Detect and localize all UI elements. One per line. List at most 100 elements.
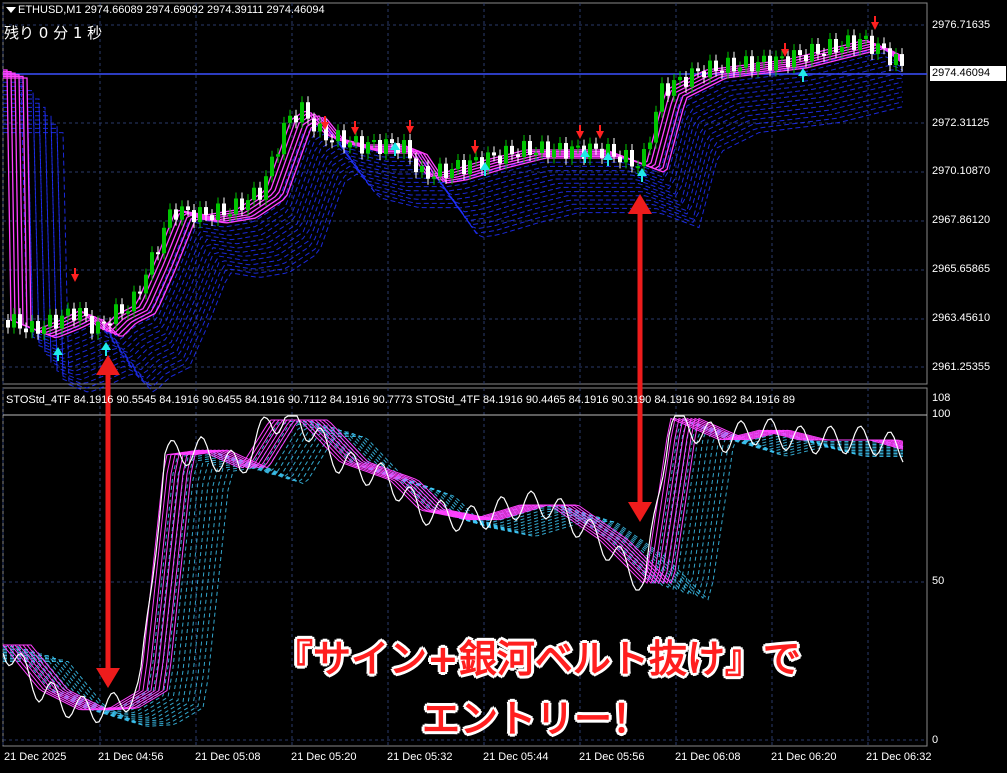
candle-body [462,160,466,175]
symbol-ohlc: ETHUSD,M1 2974.66089 2974.69092 2974.391… [18,4,325,16]
menu-triangle-icon[interactable] [6,7,16,13]
candle-body [792,50,796,68]
candle-body [750,56,754,72]
candle-body [240,198,244,211]
countdown-timer: 残り 0 分 1 秒 [4,24,103,42]
candle-body [858,39,862,50]
candle-body [354,136,358,143]
candle-body [138,291,142,294]
ribbon-line [3,39,904,331]
candle-body [144,274,148,294]
candle-body [894,54,898,66]
candle-body [198,207,202,223]
ribbon-line [3,43,904,334]
candle-body [102,321,106,324]
ribbon-line [3,47,904,339]
price-label: 2963.45610 [932,312,991,324]
candle-body [288,115,292,123]
candle-body [474,157,478,161]
candle-body [528,141,532,155]
belt-line [3,52,904,342]
candle-body [738,67,742,72]
candle-body [300,102,304,123]
candle-body [54,314,58,329]
candle-body [228,214,232,217]
price-label: 2965.65865 [932,263,991,275]
price-label: 2970.10870 [932,165,991,177]
price-label: 2972.31125 [932,117,990,129]
candle-body [744,56,748,68]
candle-body [774,56,778,71]
candle-body [576,145,580,148]
candle-body [48,314,52,327]
candle-body [132,291,136,312]
candle-body [810,43,814,62]
candle-body [864,35,868,40]
candle-body [78,308,82,321]
candle-body [786,56,790,68]
candle-body [468,160,472,175]
candle-body [522,141,526,157]
belt-line [3,81,904,372]
candle-body [402,140,406,154]
candle-body [516,154,520,157]
candle-body [714,60,718,71]
time-label: 21 Dec 05:08 [195,751,261,763]
candle-body [720,70,724,73]
candle-body [654,111,658,143]
candle-body [660,83,664,112]
time-label: 21 Dec 05:20 [291,751,357,763]
candle-body [18,314,22,329]
belt-line [3,96,904,384]
time-label: 21 Dec 06:32 [866,751,932,763]
price-label: 2961.25355 [932,361,991,373]
candle-body [798,50,802,56]
candle-body [618,156,622,163]
candle-body [648,142,652,150]
osc-scale-label: 0 [932,734,939,746]
candle-body [252,187,256,201]
candle-body [150,252,154,275]
candle-body [540,141,544,154]
osc-scale-label: 100 [932,408,951,420]
candle-body [882,43,886,49]
candle-body [90,316,94,334]
candle-body [336,130,340,142]
candle-body [570,146,574,159]
candle-body [552,149,556,158]
candle-body [180,206,184,220]
candle-body [696,68,700,72]
time-label: 21 Dec 05:44 [483,751,549,763]
candle-body [822,53,826,56]
candle-body [612,143,616,157]
belt-line [3,86,904,376]
candle-body [804,55,808,62]
belt-line [3,91,904,381]
candle-body [366,142,370,154]
candle-body [672,80,676,96]
candle-body [276,154,280,157]
candle-body [840,46,844,53]
sell-signal-icon [406,120,414,134]
osc-scale-label: 50 [932,575,945,587]
candle-body [36,321,40,334]
candle-body [72,308,76,321]
candle-body [282,122,286,155]
candle-body [558,143,562,150]
candle-body [126,311,130,314]
candle-body [216,203,220,221]
time-label: 21 Dec 04:56 [98,751,164,763]
candle-body [828,39,832,55]
sell-signal-icon [576,125,584,139]
price-label: 2967.86120 [932,214,991,226]
candle-body [816,43,820,54]
candle-body [390,139,394,144]
candle-body [846,35,850,47]
candle-body [666,83,670,96]
belt-line [3,61,904,351]
candle-body [84,308,88,317]
caption-line-2: エントリー！ [422,697,651,741]
candle-body [438,163,442,177]
candle-body [174,209,178,220]
candle-body [12,314,16,328]
